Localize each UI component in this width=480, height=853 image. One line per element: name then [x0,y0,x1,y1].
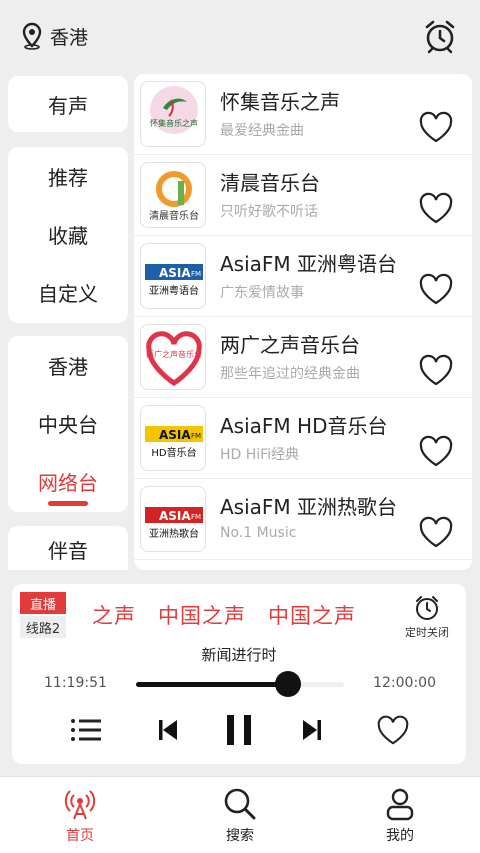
station-desc: 只听好歌不听话 [220,204,318,220]
station-row-partial [134,560,472,570]
svg-text:FM: FM [191,270,201,278]
svg-text:两广之声音乐台: 两广之声音乐台 [146,349,202,359]
category-item[interactable]: 自定义 [8,263,128,321]
tab-label: 搜索 [226,828,254,844]
station-name: 清晨音乐台 [220,171,320,195]
tab-label: 首页 [66,828,94,844]
heart-icon[interactable] [418,110,454,144]
category-item[interactable]: 推荐 [8,147,128,205]
station-row[interactable]: ASIA FM 亚洲粤语台 AsiaFM 亚洲粤语台 广东爱情故事 [134,236,472,317]
top-bar: 香港 [0,0,480,72]
station-desc: 广东爱情故事 [220,285,304,301]
pause-icon[interactable] [224,712,254,748]
svg-text:亚洲粤语台: 亚洲粤语台 [149,284,199,297]
station-list: 怀集音乐之声 怀集音乐之声 最爱经典金曲 清晨音乐台 清晨音乐台 只听好歌不听话 [134,74,472,570]
station-name: AsiaFM 亚洲粤语台 [220,252,398,276]
line-switch-button[interactable]: 线路2 [20,616,66,638]
previous-icon[interactable] [156,712,180,748]
player-panel: 直播 线路2 之声 中国之声 中国之声 定时关闭 新闻进行时 11:19:51 … [12,584,466,764]
location-label: 香港 [50,26,89,49]
category-item-active[interactable]: 网络台 [8,452,128,510]
svg-text:FM: FM [191,432,201,440]
station-desc: HD HiFi经典 [220,447,300,463]
tab-profile[interactable]: 我的 [360,787,440,845]
svg-text:ASIA: ASIA [159,509,191,523]
station-logo: 两广之声音乐台 [140,324,206,390]
category-item[interactable]: 中央台 [8,394,128,452]
station-desc: No.1 Music [220,525,297,541]
svg-text:FM: FM [191,513,201,521]
category-item[interactable]: 有声 [8,76,128,132]
svg-text:亚洲热歌台: 亚洲热歌台 [149,527,199,540]
heart-icon[interactable] [418,515,454,549]
time-end: 12:00:00 [373,675,436,691]
location-pin-icon [22,22,42,50]
search-icon [224,788,256,820]
station-row[interactable]: ASIA FM 亚洲热歌台 AsiaFM 亚洲热歌台 No.1 Music [134,479,472,560]
station-row[interactable]: ASIA FM HD音乐台 AsiaFM HD音乐台 HD HiFi经典 [134,398,472,479]
progress-slider[interactable] [136,671,344,697]
svg-text:清晨音乐台: 清晨音乐台 [149,209,199,222]
live-badge: 直播 [20,592,66,614]
tab-search[interactable]: 搜索 [200,787,280,845]
category-item[interactable]: 收藏 [8,205,128,263]
station-row[interactable]: 怀集音乐之声 怀集音乐之声 最爱经典金曲 [134,74,472,155]
station-desc: 最爱经典金曲 [220,123,304,139]
radio-broadcast-icon [64,790,96,820]
tab-label: 我的 [386,828,414,844]
station-name: 怀集音乐之声 [220,90,340,114]
playlist-icon[interactable] [68,712,104,748]
bottom-nav: 首页 搜索 我的 [0,776,480,853]
station-name: AsiaFM 亚洲热歌台 [220,495,398,519]
heart-icon[interactable] [418,272,454,306]
heart-icon[interactable] [418,434,454,468]
progress-knob[interactable] [275,671,301,697]
category-item[interactable]: 伴音 [8,522,128,576]
category-item[interactable]: 香港 [8,336,128,394]
heart-icon[interactable] [418,191,454,225]
station-desc: 那些年追过的经典金曲 [220,366,360,382]
category-group-region: 香港 中央台 网络台 [8,336,128,512]
station-row[interactable]: 清晨音乐台 清晨音乐台 只听好歌不听话 [134,155,472,236]
next-icon[interactable] [300,712,324,748]
tab-home[interactable]: 首页 [40,787,120,845]
svg-text:HD音乐台: HD音乐台 [151,446,196,459]
user-icon [386,788,414,821]
now-playing-marquee: 之声 中国之声 中国之声 [92,604,356,628]
location-selector[interactable]: 香港 [20,22,88,50]
timer-label: 定时关闭 [405,626,449,639]
sleep-timer-button[interactable]: 定时关闭 [402,594,452,640]
category-group-main: 推荐 收藏 自定义 [8,147,128,323]
station-logo: 怀集音乐之声 [140,81,206,147]
station-logo: ASIA FM 亚洲热歌台 [140,486,206,552]
category-group-audio: 有声 [8,76,128,132]
alarm-clock-icon[interactable] [422,18,458,54]
timer-clock-icon [416,596,438,620]
svg-text:ASIA: ASIA [159,428,191,442]
station-name: AsiaFM HD音乐台 [220,414,388,438]
program-title: 新闻进行时 [201,646,277,664]
station-logo: ASIA FM HD音乐台 [140,405,206,471]
time-start: 11:19:51 [44,675,107,691]
favorite-heart-icon[interactable] [376,712,410,748]
station-logo: ASIA FM 亚洲粤语台 [140,243,206,309]
station-row[interactable]: 两广之声音乐台 两广之声音乐台 那些年追过的经典金曲 [134,317,472,398]
category-group-extra: 伴音 [8,526,128,570]
heart-icon[interactable] [418,353,454,387]
station-name: 两广之声音乐台 [220,333,360,357]
progress-fill [136,682,288,687]
station-logo: 清晨音乐台 [140,162,206,228]
svg-text:怀集音乐之声: 怀集音乐之声 [150,118,198,128]
svg-text:ASIA: ASIA [159,266,191,280]
